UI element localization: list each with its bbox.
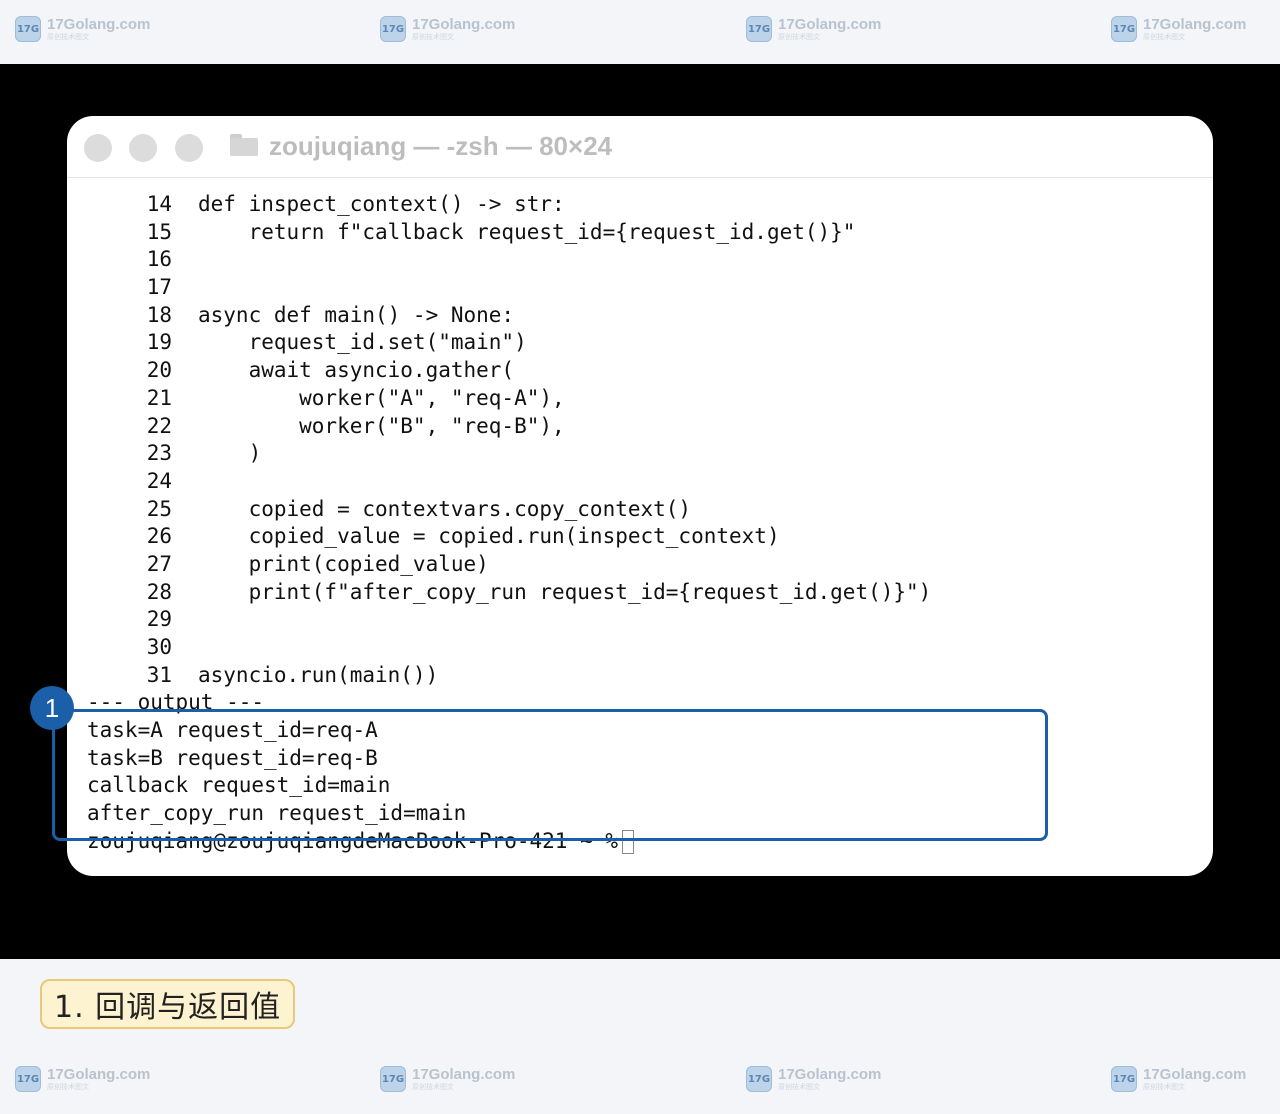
line-number: 19	[146, 330, 172, 355]
watermark-site: 17Golang.com	[412, 16, 516, 33]
caption-label: 1. 回调与返回值	[40, 979, 296, 1029]
line-number: 23	[146, 441, 172, 466]
site-logo-icon: 17G	[1111, 16, 1137, 42]
watermark-site: 17Golang.com	[778, 16, 882, 33]
site-logo-icon: 17G	[746, 16, 772, 42]
title-bar[interactable]: zoujuqiang — -zsh — 80×24	[67, 116, 1213, 178]
line-number: 17	[146, 275, 172, 300]
code-line: 26 copied_value = copied.run(inspect_con…	[87, 523, 1197, 551]
line-number: 25	[146, 496, 172, 521]
watermark: 17G 17Golang.com 原创技术图文	[1111, 1066, 1246, 1092]
code-text: async def main() -> None:	[198, 302, 515, 327]
code-line: 16	[87, 246, 1197, 274]
code-line: 14 def inspect_context() -> str:	[87, 191, 1197, 219]
line-number: 29	[146, 607, 172, 632]
code-line: 29	[87, 606, 1197, 634]
site-logo-icon: 17G	[746, 1066, 772, 1092]
watermark-site: 17Golang.com	[778, 1066, 882, 1083]
code-line: 31 asyncio.run(main())	[87, 662, 1197, 690]
code-text: await asyncio.gather(	[198, 358, 515, 383]
watermark-row-top: 17G 17Golang.com 原创技术图文 17G 17Golang.com 原…	[0, 0, 1280, 64]
code-line: 27 print(copied_value)	[87, 551, 1197, 579]
watermark: 17G 17Golang.com 原创技术图文	[380, 16, 515, 42]
watermark-site: 17Golang.com	[47, 16, 151, 33]
code-text: request_id.set("main")	[198, 330, 527, 355]
code-text: print(f"after_copy_run request_id={reque…	[198, 579, 932, 604]
code-line: 15 return f"callback request_id={request…	[87, 219, 1197, 247]
code-line: 18 async def main() -> None:	[87, 302, 1197, 330]
site-logo-icon: 17G	[380, 1066, 406, 1092]
watermark-sub: 原创技术图文	[47, 1083, 89, 1091]
site-logo-icon: 17G	[380, 16, 406, 42]
folder-icon	[230, 134, 258, 156]
line-number: 28	[146, 579, 172, 604]
line-number: 18	[146, 302, 172, 327]
code-line: 28 print(f"after_copy_run request_id={re…	[87, 579, 1197, 607]
watermark-site: 17Golang.com	[47, 1066, 151, 1083]
watermark-sub: 原创技术图文	[47, 33, 89, 41]
line-number: 31	[146, 662, 172, 687]
code-text: worker("B", "req-B"),	[198, 413, 565, 438]
code-text: print(copied_value)	[198, 551, 489, 576]
watermark-sub: 原创技术图文	[778, 33, 820, 41]
code-line: 24	[87, 468, 1197, 496]
code-text: copied = contextvars.copy_context()	[198, 496, 692, 521]
line-number: 14	[146, 192, 172, 216]
screenshot-stage: zoujuqiang — -zsh — 80×24 14 def inspect_…	[0, 64, 1280, 959]
watermark: 17G 17Golang.com 原创技术图文	[380, 1066, 515, 1092]
code-line: 19 request_id.set("main")	[87, 329, 1197, 357]
minimize-window-button[interactable]	[129, 134, 157, 162]
watermark-row-bottom: 17G 17Golang.com 原创技术图文 17G 17Golang.com 原…	[0, 1050, 1280, 1114]
code-line: 23 )	[87, 440, 1197, 468]
watermark-sub: 原创技术图文	[778, 1083, 820, 1091]
watermark-sub: 原创技术图文	[1143, 1083, 1185, 1091]
line-number: 27	[146, 551, 172, 576]
annotation-badge: 1	[30, 686, 74, 730]
code-text: return f"callback request_id={request_id…	[198, 219, 856, 244]
code-line: 17	[87, 274, 1197, 302]
watermark-sub: 原创技术图文	[412, 1083, 454, 1091]
site-logo-icon: 17G	[15, 16, 41, 42]
line-number: 21	[146, 385, 172, 410]
line-number: 16	[146, 247, 172, 272]
code-text: asyncio.run(main())	[198, 662, 439, 687]
code-line: 20 await asyncio.gather(	[87, 357, 1197, 385]
watermark: 17G 17Golang.com 原创技术图文	[15, 1066, 150, 1092]
line-number: 15	[146, 219, 172, 244]
site-logo-icon: 17G	[1111, 1066, 1137, 1092]
site-logo-icon: 17G	[15, 1066, 41, 1092]
line-number: 24	[146, 468, 172, 493]
code-text: worker("A", "req-A"),	[198, 385, 565, 410]
watermark-sub: 原创技术图文	[412, 33, 454, 41]
watermark: 17G 17Golang.com 原创技术图文	[15, 16, 150, 42]
watermark-site: 17Golang.com	[1143, 1066, 1247, 1083]
line-number: 30	[146, 635, 172, 659]
watermark-site: 17Golang.com	[1143, 16, 1247, 33]
code-text: def inspect_context() -> str:	[198, 192, 565, 216]
close-window-button[interactable]	[84, 134, 112, 162]
code-line: 30	[87, 634, 1197, 662]
watermark: 17G 17Golang.com 原创技术图文	[746, 1066, 881, 1092]
watermark-sub: 原创技术图文	[1143, 33, 1185, 41]
watermark: 17G 17Golang.com 原创技术图文	[1111, 16, 1246, 42]
watermark: 17G 17Golang.com 原创技术图文	[746, 16, 881, 42]
line-number: 22	[146, 413, 172, 438]
code-line: 21 worker("A", "req-A"),	[87, 385, 1197, 413]
code-line: 22 worker("B", "req-B"),	[87, 413, 1197, 441]
line-number: 20	[146, 358, 172, 383]
code-text: copied_value = copied.run(inspect_contex…	[198, 524, 780, 549]
line-number: 26	[146, 524, 172, 549]
code-text: )	[198, 441, 262, 466]
zoom-window-button[interactable]	[175, 134, 203, 162]
code-line: 25 copied = contextvars.copy_context()	[87, 496, 1197, 524]
watermark-site: 17Golang.com	[412, 1066, 516, 1083]
window-title: zoujuqiang — -zsh — 80×24	[269, 131, 613, 161]
output-highlight-box	[52, 709, 1048, 841]
